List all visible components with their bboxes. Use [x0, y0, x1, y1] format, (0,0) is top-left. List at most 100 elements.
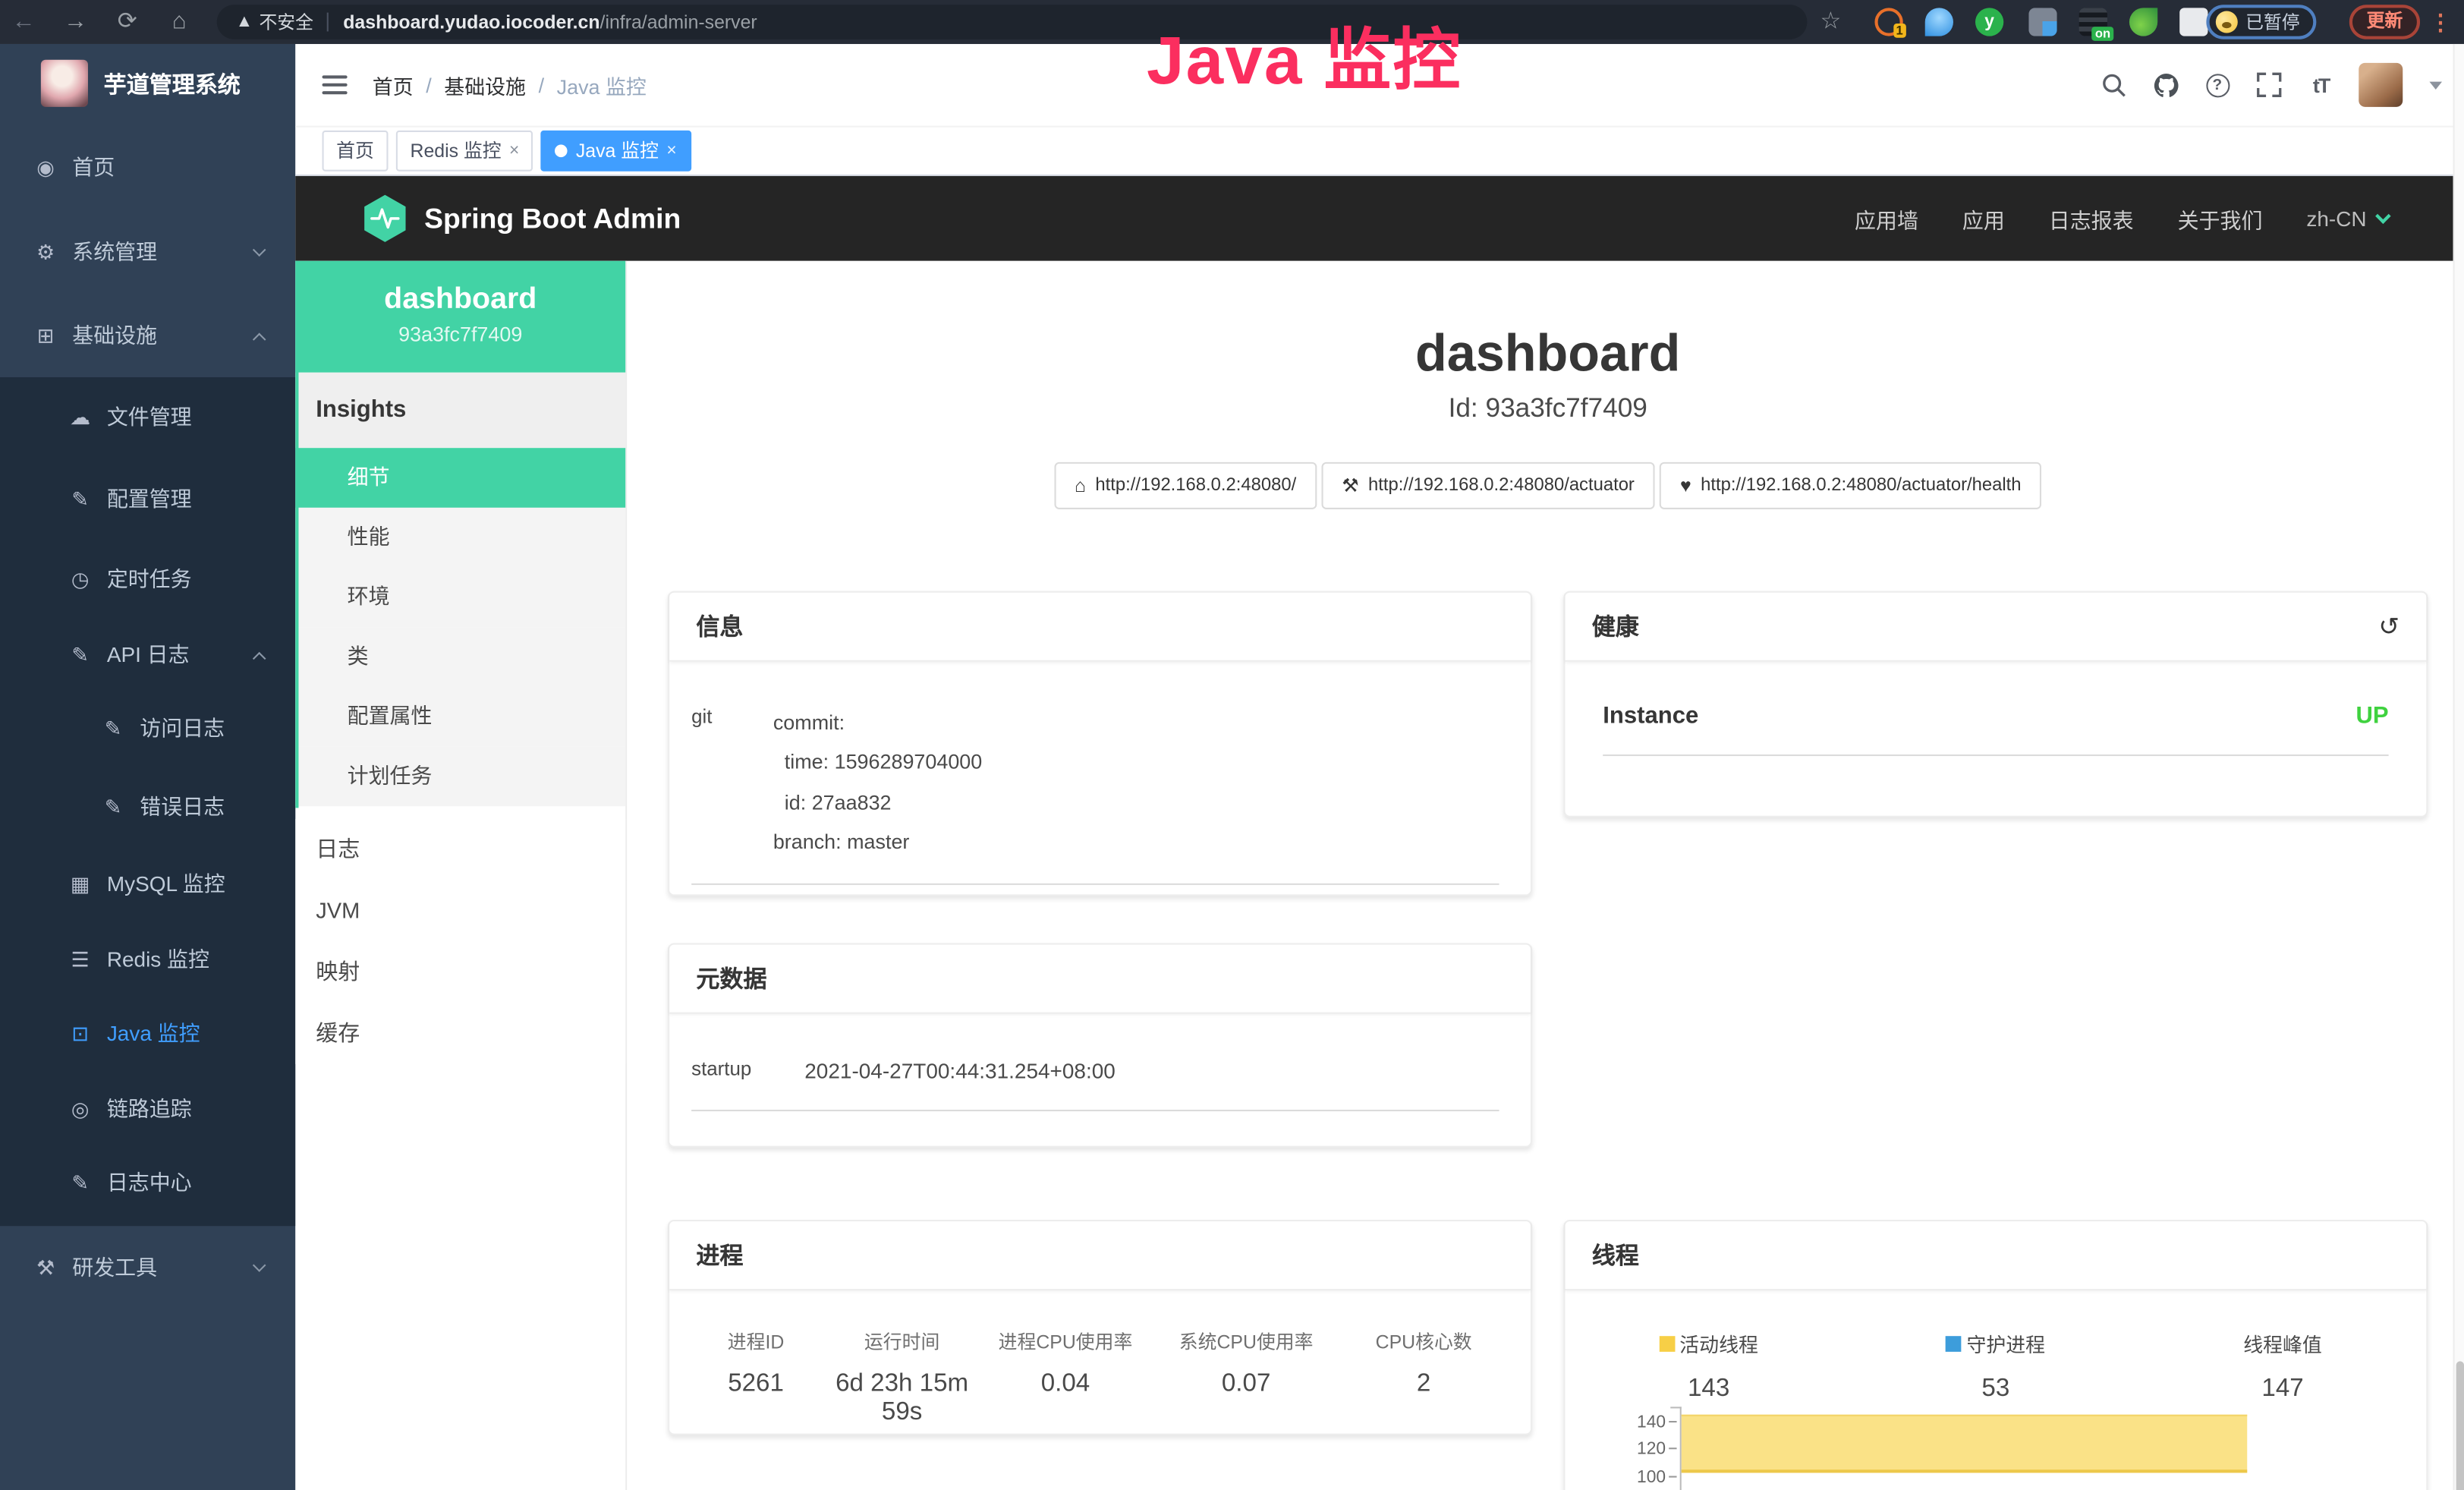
browser-update-button[interactable]: 更新	[2349, 5, 2420, 39]
screenshot-root: ← → ⟳ ⌂ ▲ 不安全 dashboard.yudao.iocoder.cn…	[0, 0, 2464, 1490]
browser-menu-icon[interactable]: ⋮	[2429, 0, 2451, 44]
sidebar-item-file-mgmt[interactable]: ☁文件管理	[0, 379, 295, 458]
sidebar-item-config-mgmt[interactable]: ✎配置管理	[0, 461, 295, 540]
chevron-down-icon	[253, 1258, 266, 1272]
forward-icon[interactable]: →	[57, 0, 95, 44]
sba-menu-classes[interactable]: 类	[295, 627, 625, 687]
sidebar-item-access-logs[interactable]: ✎访问日志	[0, 690, 295, 769]
security-warning[interactable]: ▲ 不安全	[236, 9, 313, 34]
sidebar-item-log-center[interactable]: ✎日志中心	[0, 1145, 295, 1224]
app-logo	[41, 60, 88, 107]
extension-grid-icon[interactable]	[2028, 8, 2056, 36]
home-icon[interactable]: ⌂	[160, 0, 198, 44]
sba-sidebar: dashboard 93a3fc7f7409 Insights 细节 性能 环境…	[295, 261, 627, 1490]
metadata-card: 元数据 startup 2021-04-27T00:44:31.254+08:0…	[668, 943, 1532, 1147]
pid-value: 5261	[685, 1371, 826, 1399]
monitor-icon: ⊡	[68, 995, 93, 1074]
sidebar-item-redis-monitor[interactable]: ☰Redis 监控	[0, 921, 295, 1000]
sba-nav-about[interactable]: 关于我们	[2178, 203, 2263, 234]
sidebar-item-mysql-monitor[interactable]: ▦MySQL 监控	[0, 846, 295, 925]
heartbeat-icon: ♥	[1680, 474, 1691, 496]
card-title: 进程	[696, 1239, 743, 1271]
tab-home[interactable]: 首页	[323, 131, 389, 172]
sidebar-item-devtools[interactable]: ⚒研发工具	[0, 1229, 295, 1308]
github-icon[interactable]	[2151, 71, 2179, 99]
health-url-link[interactable]: ♥ http://192.168.0.2:48080/actuator/heal…	[1660, 462, 2041, 509]
chevron-down-icon	[253, 243, 266, 257]
user-menu-caret-icon[interactable]	[2429, 81, 2442, 89]
daemon-threads-value: 53	[1852, 1375, 2139, 1403]
database-icon: ▦	[68, 846, 93, 925]
page-title: dashboard	[668, 324, 2428, 384]
sba-menu-caches[interactable]: 缓存	[295, 1003, 625, 1064]
sidebar-item-home[interactable]: ◉首页	[0, 129, 295, 208]
sidebar-item-infrastructure[interactable]: ⊞基础设施	[0, 297, 295, 376]
sba-menu-logs[interactable]: 日志	[295, 819, 625, 880]
service-url-link[interactable]: ⌂ http://192.168.0.2:48080/	[1054, 462, 1317, 509]
log-icon: ✎	[101, 690, 126, 769]
close-icon[interactable]: ×	[666, 132, 676, 170]
chevron-down-icon	[2375, 208, 2390, 223]
fullscreen-icon[interactable]	[2255, 71, 2283, 99]
sba-nav-journal[interactable]: 日志报表	[2049, 203, 2134, 234]
live-threads-value: 143	[1566, 1375, 1852, 1403]
sba-menu-environment[interactable]: 环境	[295, 568, 625, 628]
help-icon[interactable]: ?	[2203, 71, 2231, 99]
breadcrumb-infrastructure[interactable]: 基础设施	[444, 70, 526, 99]
tab-redis-monitor[interactable]: Redis 监控 ×	[396, 131, 533, 172]
sidebar-item-tracing[interactable]: ◎链路追踪	[0, 1070, 295, 1149]
sidebar-item-java-monitor[interactable]: ⊡Java 监控	[0, 995, 295, 1074]
search-icon[interactable]	[2100, 71, 2128, 99]
actuator-url-link[interactable]: ⚒ http://192.168.0.2:48080/actuator	[1321, 462, 1654, 509]
extension-leaf-icon[interactable]	[2129, 8, 2157, 36]
extension-y-icon[interactable]: y	[1975, 8, 2003, 36]
tab-java-monitor[interactable]: Java 监控 ×	[541, 131, 691, 172]
sidebar-item-error-logs[interactable]: ✎错误日志	[0, 769, 295, 848]
health-row-instance[interactable]: Instance UP	[1603, 703, 2388, 756]
cloud-upload-icon: ☁	[68, 379, 93, 458]
hamburger-icon[interactable]	[323, 75, 348, 94]
reload-icon[interactable]: ⟳	[109, 0, 146, 44]
profile-paused-badge[interactable]: 已暂停	[2206, 5, 2315, 39]
sidebar-item-api-logs[interactable]: ✎API 日志	[0, 616, 295, 695]
user-avatar[interactable]	[2359, 63, 2403, 107]
annotation-java-monitor: Java 监控	[1084, 6, 1525, 103]
history-icon[interactable]: ↺	[2378, 611, 2399, 642]
extension-puzzle-icon[interactable]	[2179, 8, 2208, 36]
close-icon[interactable]: ×	[509, 132, 519, 170]
sidebar-item-scheduled-jobs[interactable]: ◷定时任务	[0, 540, 295, 619]
sba-menu-jvm[interactable]: JVM	[295, 880, 625, 942]
app-brand[interactable]: 芋道管理系统	[0, 44, 295, 123]
col-header-cpu-cores: CPU核心数	[1339, 1328, 1509, 1355]
sba-menu-scheduled-tasks[interactable]: 计划任务	[295, 747, 625, 807]
locale-selector[interactable]: zh-CN	[2306, 206, 2388, 230]
sba-nav-applications[interactable]: 应用	[1962, 203, 2005, 234]
instance-id-line: Id: 93a3fc7f7409	[668, 393, 2428, 424]
instance-header[interactable]: dashboard 93a3fc7f7409	[295, 261, 625, 373]
sba-menu-details[interactable]: 细节	[295, 448, 625, 508]
url-host: dashboard.yudao.iocoder.cn	[343, 11, 599, 33]
health-card: 健康 ↺ Instance UP	[1563, 591, 2428, 817]
font-size-icon[interactable]: tT	[2307, 71, 2335, 99]
page-scrollbar[interactable]	[2453, 44, 2464, 1490]
breadcrumb: 首页 / 基础设施 / Java 监控	[373, 70, 647, 99]
sba-brand[interactable]: Spring Boot Admin	[361, 194, 681, 244]
address-bar[interactable]: ▲ 不安全 dashboard.yudao.iocoder.cn /infra/…	[217, 5, 1808, 39]
back-icon[interactable]: ←	[5, 0, 42, 44]
sba-menu-config-props[interactable]: 配置属性	[295, 687, 625, 747]
sba-menu-mappings[interactable]: 映射	[295, 941, 625, 1003]
extension-switch-icon[interactable]: on	[2079, 8, 2107, 36]
scrollbar-thumb[interactable]	[2456, 1361, 2464, 1490]
sba-menu-metrics[interactable]: 性能	[295, 508, 625, 568]
status-badge: UP	[2355, 703, 2388, 729]
sba-nav-wallboard[interactable]: 应用墙	[1855, 203, 1918, 234]
y-tick-120: 120	[1566, 1440, 1666, 1459]
threads-legend: 活动线程 143 守护进程 53 线程峰值 147	[1566, 1328, 2427, 1403]
extension-pin-icon[interactable]	[1925, 8, 1953, 36]
breadcrumb-home[interactable]: 首页	[373, 70, 414, 99]
sba-navbar: Spring Boot Admin 应用墙 应用 日志报表 关于我们 zh-CN	[295, 176, 2464, 261]
extension-colorzilla-icon[interactable]: 1	[1874, 8, 1902, 36]
sidebar-item-system-mgmt[interactable]: ⚙系统管理	[0, 214, 295, 293]
chevron-up-icon	[253, 333, 266, 347]
bookmark-star-icon[interactable]: ☆	[1812, 0, 1850, 44]
